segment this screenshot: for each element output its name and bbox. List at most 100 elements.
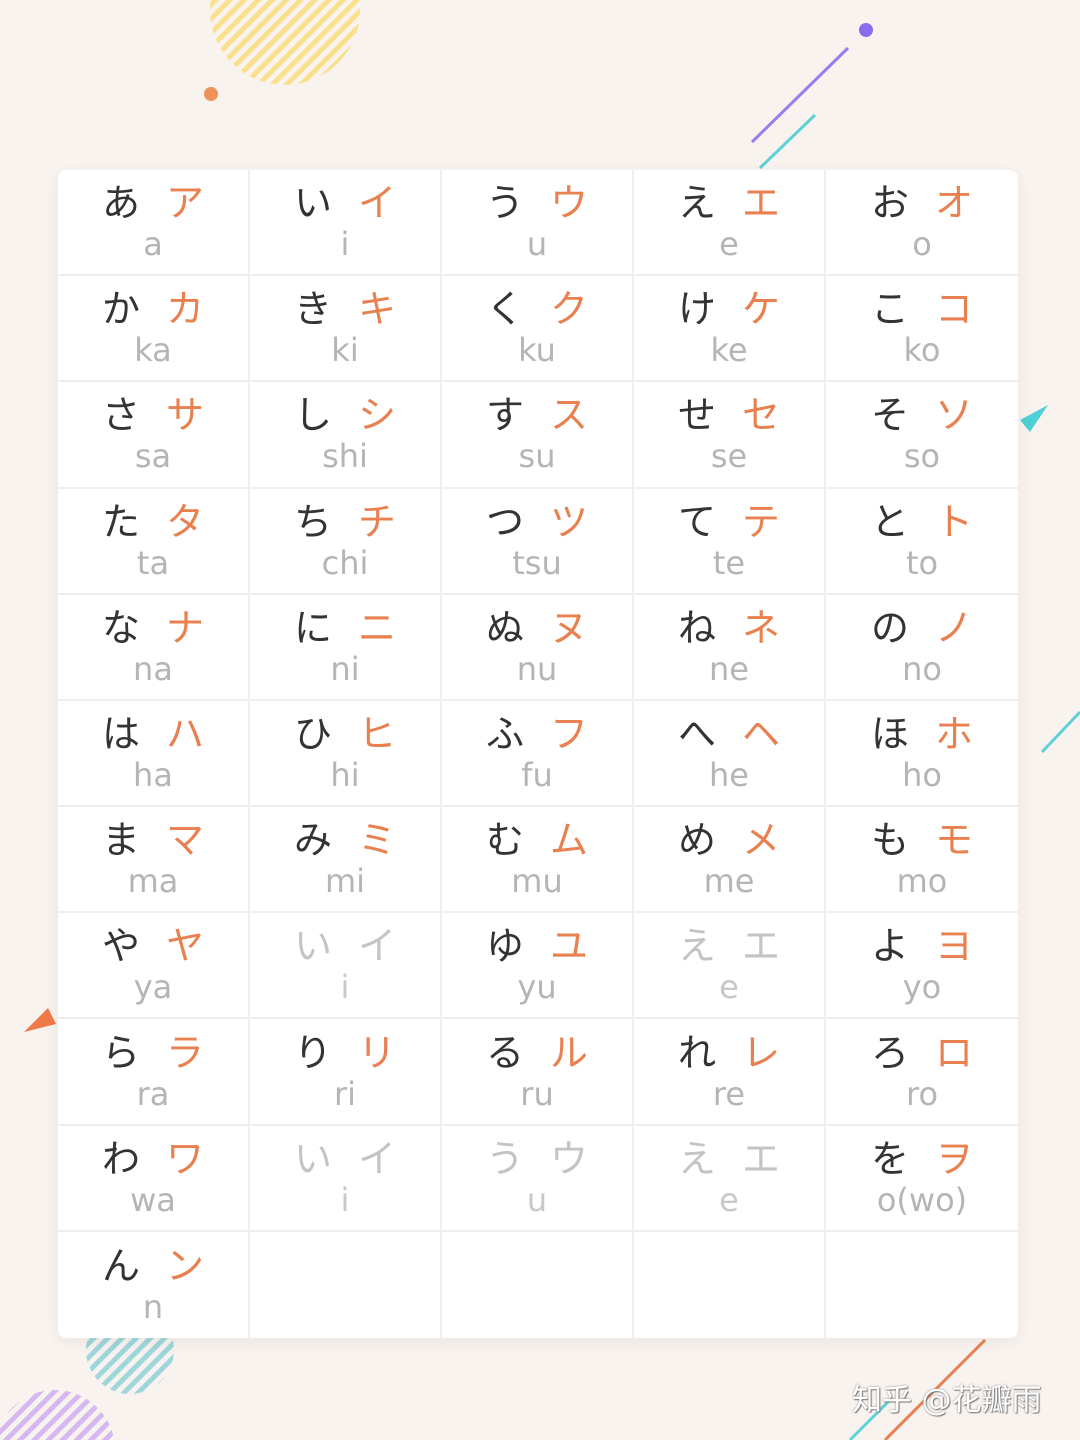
hiragana: に [293, 605, 332, 650]
hiragana: る [485, 1030, 524, 1075]
romaji: no [902, 649, 942, 688]
katakana: ロ [935, 1030, 974, 1075]
kana-cell: をヲ o(wo) [826, 1126, 1018, 1232]
kana-cell: よヨ yo [826, 913, 1018, 1020]
kana-pair: ゆユ [486, 924, 588, 968]
kana-cell: えエe [634, 1125, 826, 1232]
hiragana: ぬ [485, 605, 524, 650]
romaji: sa [134, 437, 172, 476]
romaji: e [719, 1180, 739, 1219]
hiragana: ら [101, 1030, 140, 1075]
kana-cell: おオo [826, 170, 1018, 277]
kana-cell: るル ru [442, 1019, 634, 1126]
hiragana: す [485, 393, 524, 438]
katakana: ネ [742, 605, 781, 650]
hiragana: そ [870, 393, 909, 438]
dot-purple [859, 23, 873, 37]
katakana: ス [550, 393, 589, 438]
romaji: u [526, 1180, 548, 1219]
romaji: mu [511, 862, 563, 901]
katakana: リ [358, 1030, 397, 1075]
romaji: shi [322, 437, 368, 476]
kana-cell: めメ me [634, 807, 826, 914]
katakana: ウ [550, 1136, 589, 1181]
katakana: ト [935, 499, 974, 544]
kana-cell: すス su [442, 382, 634, 489]
romaji: ta [136, 543, 170, 582]
kana-cell: わワ wa [58, 1125, 250, 1232]
hiragana: は [101, 711, 140, 756]
kana-cell: ほホ ho [826, 701, 1018, 808]
kana-pair: もモ [871, 818, 973, 862]
kana-pair: せセ [678, 393, 780, 437]
romaji: ha [133, 755, 173, 794]
kana-cell: いイi [250, 913, 442, 1020]
kana-pair: みミ [294, 818, 396, 862]
kana-pair: こコ [871, 287, 973, 331]
romaji: i [340, 1180, 350, 1219]
kana-cell: うウu [442, 1125, 634, 1232]
hiragana: め [677, 818, 716, 863]
kana-cell: ろロ ro [826, 1019, 1018, 1126]
kana-pair: をヲ [871, 1137, 973, 1181]
striped-circle-yellow [210, 0, 360, 85]
katakana: ム [550, 818, 589, 863]
hiragana: ね [677, 605, 716, 650]
katakana: エ [742, 181, 781, 226]
katakana: ニ [358, 605, 397, 650]
kana-pair: るル [486, 1031, 588, 1075]
romaji: ne [709, 649, 749, 688]
romaji: me [703, 862, 755, 901]
romaji: i [340, 968, 350, 1007]
kana-pair: さサ [102, 393, 204, 437]
kana-pair: きキ [294, 287, 396, 331]
kana-pair: いイ [294, 1137, 396, 1181]
katakana: タ [166, 499, 205, 544]
kana-cell: くク ku [442, 276, 634, 383]
katakana: コ [935, 287, 974, 332]
katakana: ア [166, 181, 205, 226]
romaji: ki [331, 331, 359, 370]
katakana: メ [742, 818, 781, 863]
katakana: ホ [935, 711, 974, 756]
romaji: e [719, 968, 739, 1007]
romaji: ru [520, 1074, 554, 1113]
kana-pair: むム [486, 818, 588, 862]
katakana: ワ [166, 1136, 205, 1181]
hiragana: い [293, 924, 332, 969]
kana-pair: とト [871, 500, 973, 544]
romaji: o(wo) [876, 1180, 968, 1219]
romaji: e [719, 225, 739, 264]
kana-cell: へヘ he [634, 700, 826, 808]
kana-pair: んン [102, 1244, 204, 1288]
hiragana: な [101, 605, 140, 650]
katakana: ル [550, 1030, 589, 1075]
katakana: イ [358, 1136, 397, 1181]
romaji: mi [324, 862, 366, 901]
katakana: ウ [550, 181, 589, 226]
katakana: シ [358, 393, 397, 438]
kana-cell: こコ ko [826, 276, 1018, 383]
katakana: ヘ [742, 711, 781, 756]
katakana: マ [166, 818, 205, 863]
romaji: ya [133, 968, 173, 1007]
kana-cell: ふフ fu [442, 700, 634, 808]
hiragana: ま [101, 818, 140, 863]
hiragana: う [485, 181, 524, 226]
romaji: wa [130, 1180, 176, 1219]
hiragana: ん [101, 1243, 140, 1288]
kana-pair: やヤ [102, 924, 204, 968]
kana-pair: かカ [102, 287, 204, 331]
romaji: ka [134, 331, 172, 370]
katakana: ヌ [550, 605, 589, 650]
katakana: ク [550, 287, 589, 332]
katakana: ン [166, 1243, 205, 1288]
kana-cell: はハ ha [58, 700, 250, 808]
kana-pair: ほホ [871, 712, 973, 756]
hiragana: や [101, 924, 140, 969]
katakana: エ [742, 1136, 781, 1181]
romaji: ku [518, 331, 556, 370]
kana-pair: わワ [102, 1137, 204, 1181]
kana-cell: ちチ chi [250, 488, 442, 595]
kana-cell: れレ re [634, 1019, 826, 1126]
